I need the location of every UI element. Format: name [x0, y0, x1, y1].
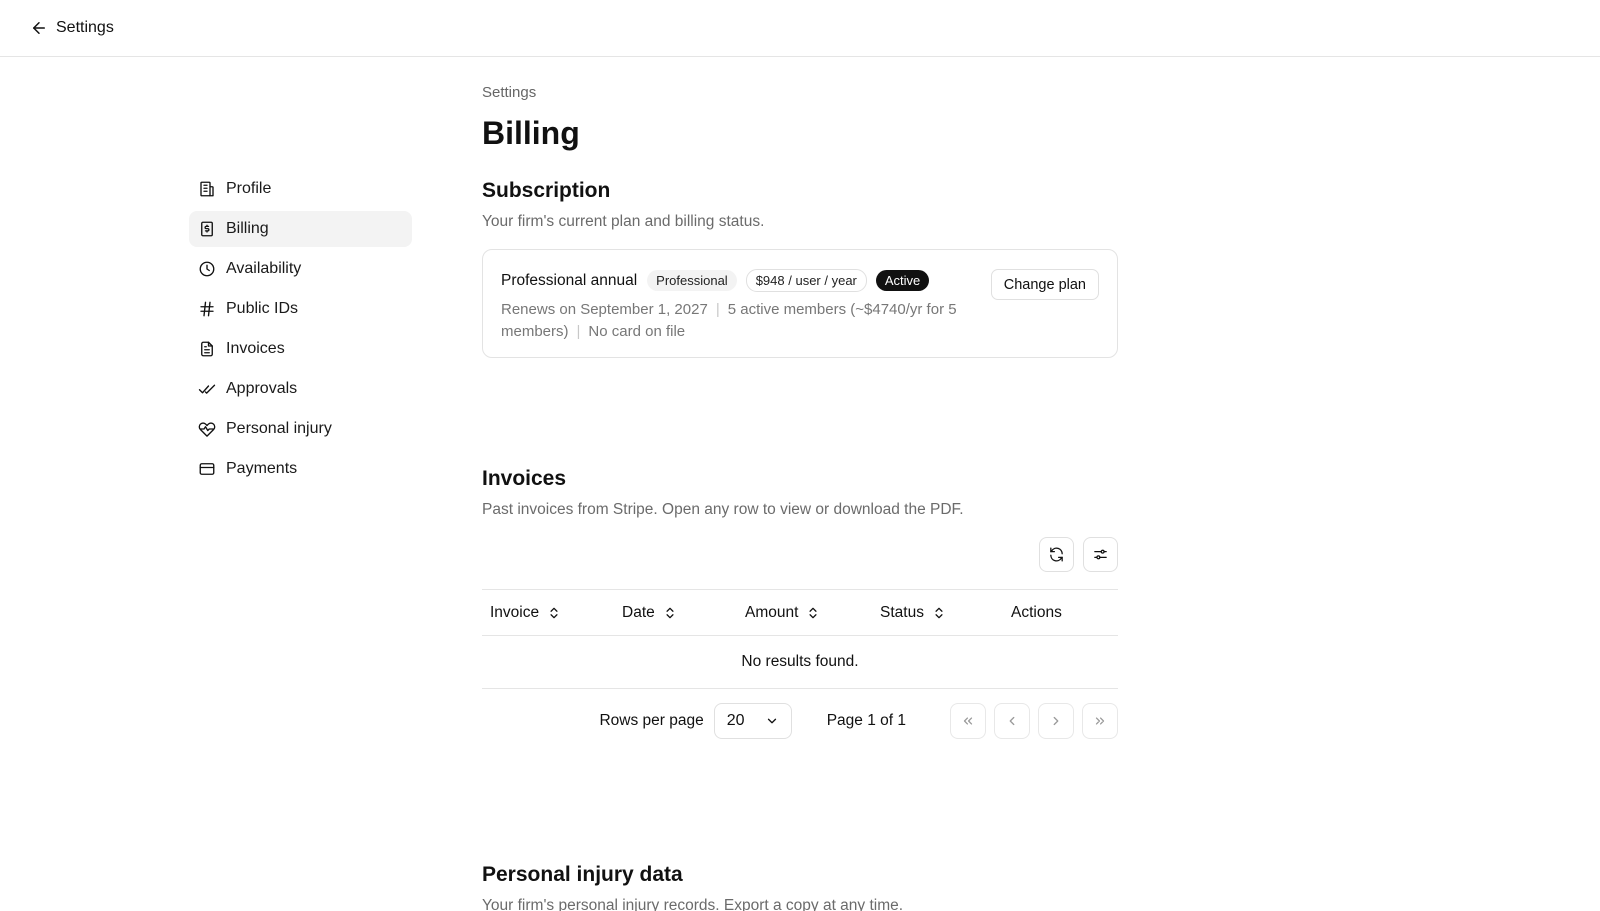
sidebar-item-billing[interactable]: Billing	[189, 211, 412, 247]
sort-icon	[935, 607, 943, 618]
column-header-label: Actions	[1011, 603, 1062, 621]
plan-name: Professional annual	[501, 271, 638, 289]
page-indicator: Page 1 of 1	[826, 712, 906, 729]
chevron-left-icon	[1009, 716, 1015, 726]
chevron-right-icon	[1053, 716, 1059, 726]
chevron-down-icon	[767, 718, 776, 724]
column-header-amount[interactable]: Amount	[737, 604, 872, 622]
top-bar: Settings	[0, 0, 1600, 57]
double-check-icon	[198, 384, 216, 394]
invoices-table: Invoice Date Amount Status Actions No re…	[482, 589, 1118, 689]
sidebar-item-availability[interactable]: Availability	[189, 251, 412, 287]
last-page-button[interactable]	[1082, 703, 1118, 739]
separator: |	[576, 323, 581, 340]
status-badge: Active	[875, 270, 930, 291]
sidebar-item-invoices[interactable]: Invoices	[189, 331, 412, 367]
sidebar-item-label: Payments	[226, 460, 298, 477]
column-header-label: Invoice	[490, 603, 540, 621]
refresh-icon	[1050, 547, 1063, 562]
chevrons-left-icon	[963, 717, 973, 725]
back-link-label: Settings	[56, 19, 114, 36]
separator: |	[715, 301, 720, 318]
credit-card-icon	[199, 463, 215, 475]
renewal-date: Renews on September 1, 2027	[501, 301, 708, 318]
empty-state-row: No results found.	[482, 636, 1118, 689]
invoices-section: Invoices Past invoices from Stripe. Open…	[482, 467, 1118, 739]
personal-injury-title: Personal injury data	[482, 863, 683, 886]
sidebar-item-personal-injury[interactable]: Personal injury	[189, 411, 412, 447]
subscription-description: Your firm's current plan and billing sta…	[482, 213, 765, 230]
column-header-label: Status	[880, 603, 924, 621]
personal-injury-section: Personal injury data Your firm's persona…	[482, 863, 1118, 911]
arrow-left-icon	[33, 22, 45, 34]
column-header-date[interactable]: Date	[614, 604, 737, 622]
personal-injury-description: Your firm's personal injury records. Exp…	[482, 897, 904, 911]
invoices-description: Past invoices from Stripe. Open any row …	[482, 501, 964, 518]
column-header-label: Date	[622, 603, 655, 621]
main-content: Settings Billing Subscription Your firm'…	[482, 84, 1118, 911]
card-status: No card on file	[588, 323, 686, 340]
previous-page-button[interactable]	[994, 703, 1030, 739]
change-plan-button[interactable]: Change plan	[990, 269, 1099, 300]
invoices-title: Invoices	[482, 467, 567, 490]
chevrons-right-icon	[1095, 717, 1105, 725]
view-options-button[interactable]	[1083, 537, 1118, 572]
next-page-button[interactable]	[1038, 703, 1074, 739]
page-title: Billing	[482, 115, 580, 151]
settings-sidebar: Profile Billing Availability Public IDs …	[189, 171, 412, 491]
sidebar-item-approvals[interactable]: Approvals	[189, 371, 412, 407]
receipt-dollar-icon	[201, 221, 213, 237]
sidebar-item-label: Profile	[226, 180, 272, 197]
sidebar-item-payments[interactable]: Payments	[189, 451, 412, 487]
column-header-invoice[interactable]: Invoice	[482, 604, 614, 622]
document-icon	[201, 341, 213, 357]
tier-badge: Professional	[647, 270, 737, 291]
sidebar-item-label: Approvals	[226, 380, 298, 397]
subscription-section: Subscription Your firm's current plan an…	[482, 179, 1118, 358]
sidebar-item-profile[interactable]: Profile	[189, 171, 412, 207]
rows-per-page-label: Rows per page	[599, 712, 704, 729]
sort-icon	[809, 607, 817, 618]
building-icon	[200, 181, 214, 197]
column-header-label: Amount	[745, 603, 799, 621]
clock-icon	[199, 261, 215, 277]
sidebar-item-public-ids[interactable]: Public IDs	[189, 291, 412, 327]
invoices-toolbar	[482, 537, 1118, 572]
hash-icon	[200, 301, 214, 317]
rows-per-page-value: 20	[726, 712, 745, 729]
pagination: Rows per page 20 Page 1 of 1	[482, 703, 1118, 739]
subscription-title: Subscription	[482, 179, 611, 202]
refresh-button[interactable]	[1039, 537, 1074, 572]
sidebar-item-label: Availability	[226, 260, 302, 277]
sliders-icon	[1094, 549, 1107, 560]
plan-details: Renews on September 1, 2027 | 5 active mem…	[501, 299, 981, 343]
sort-icon	[666, 607, 674, 618]
breadcrumb: Settings	[482, 84, 537, 101]
table-header: Invoice Date Amount Status Actions	[482, 590, 1118, 636]
sort-icon	[550, 607, 558, 618]
sidebar-item-label: Personal injury	[226, 420, 332, 437]
back-to-settings-link[interactable]: Settings	[30, 19, 114, 37]
sidebar-item-label: Public IDs	[226, 300, 299, 317]
column-header-actions: Actions	[1003, 604, 1118, 622]
plan-card: Professional annual Professional $948 / …	[482, 249, 1118, 358]
price-badge: $948 / user / year	[745, 269, 867, 292]
heart-pulse-icon	[198, 422, 216, 437]
first-page-button[interactable]	[950, 703, 986, 739]
sidebar-item-label: Invoices	[226, 340, 285, 357]
column-header-status[interactable]: Status	[872, 604, 1003, 622]
rows-per-page-select[interactable]: 20	[713, 703, 792, 739]
sidebar-item-label: Billing	[226, 220, 269, 237]
